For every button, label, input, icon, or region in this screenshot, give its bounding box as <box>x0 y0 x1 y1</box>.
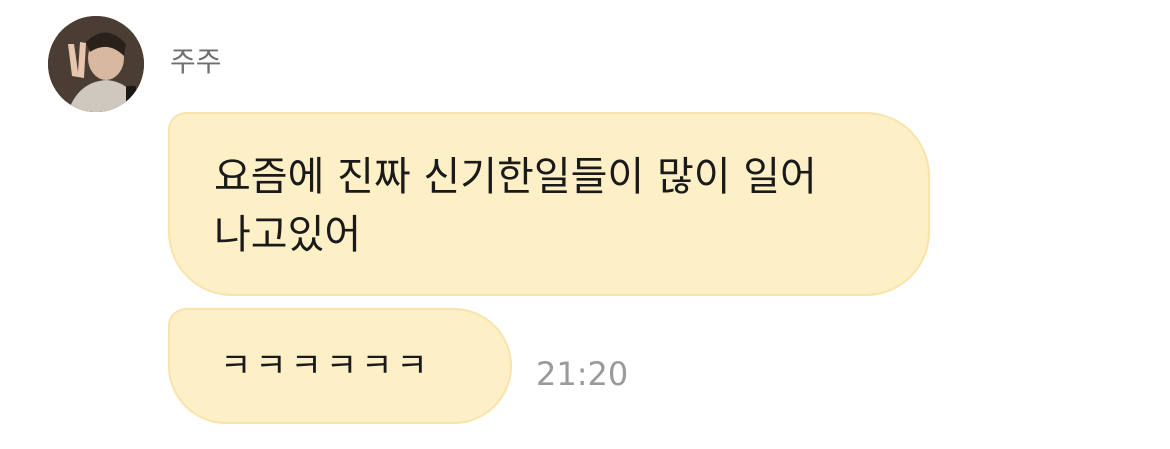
message-text: 요즘에 진짜 신기한일들이 많이 일어 나고있어 <box>214 154 817 258</box>
avatar[interactable] <box>48 16 144 112</box>
message-text: ㅋㅋㅋㅋㅋㅋ <box>220 346 432 386</box>
sender-name: 주주 <box>170 45 222 78</box>
profile-photo-icon <box>48 16 144 112</box>
message-bubble[interactable]: 요즘에 진짜 신기한일들이 많이 일어 나고있어 <box>168 112 930 296</box>
message-timestamp: 21:20 <box>536 355 629 393</box>
message-bubble[interactable]: ㅋㅋㅋㅋㅋㅋ <box>168 308 512 424</box>
